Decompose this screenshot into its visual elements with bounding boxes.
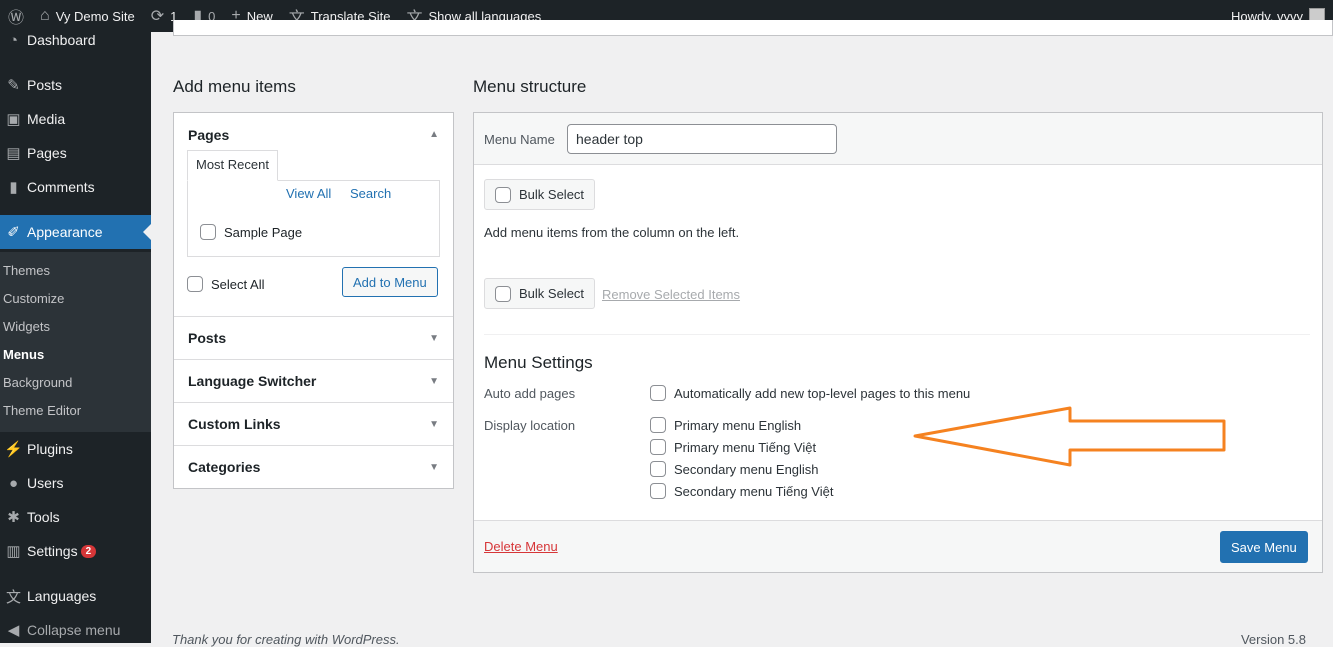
arrow-shape <box>913 406 1226 467</box>
annotation-arrow <box>913 406 1226 467</box>
footer-version: Version 5.8 <box>1240 632 1306 647</box>
footer-thanks: Thank you for creating with WordPress. <box>172 632 400 647</box>
